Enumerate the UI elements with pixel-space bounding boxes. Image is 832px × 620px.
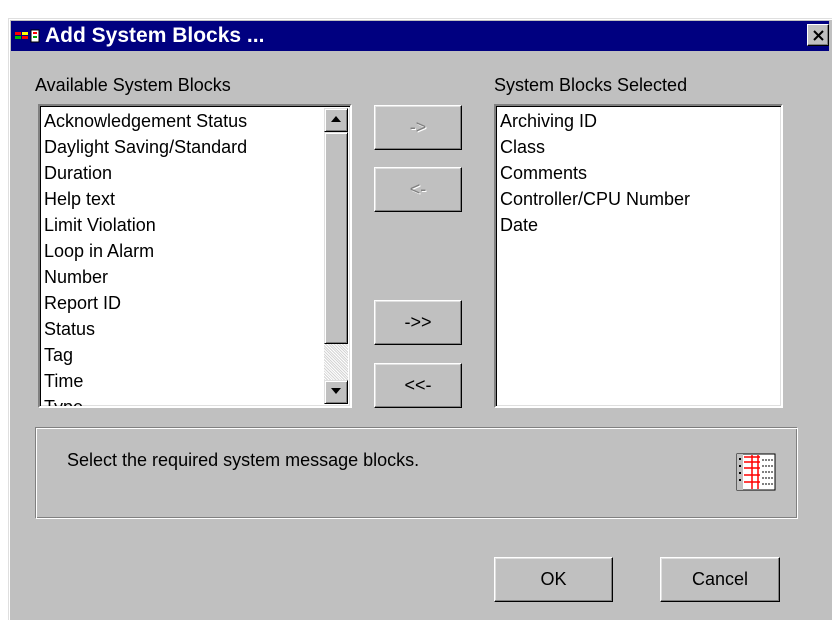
list-item[interactable]: Time (44, 368, 247, 394)
dialog-title: Add System Blocks ... (45, 24, 265, 47)
available-blocks-list[interactable]: Acknowledgement Status Daylight Saving/S… (38, 104, 352, 408)
add-system-blocks-dialog: Add System Blocks ... Available System B… (8, 18, 832, 620)
cancel-button[interactable]: Cancel (660, 557, 780, 602)
add-all-button[interactable]: ->> (374, 300, 462, 345)
selected-items: Archiving ID Class Comments Controller/C… (500, 108, 690, 238)
available-list-scrollbar[interactable] (324, 108, 348, 404)
message-blocks-icon (736, 453, 776, 491)
close-button[interactable] (807, 24, 829, 46)
list-item[interactable]: Loop in Alarm (44, 238, 247, 264)
list-item[interactable]: Archiving ID (500, 108, 690, 134)
list-item[interactable]: Duration (44, 160, 247, 186)
info-panel: Select the required system message block… (35, 427, 798, 519)
remove-button[interactable]: <- (374, 167, 462, 212)
close-icon (813, 30, 824, 41)
list-item[interactable]: Number (44, 264, 247, 290)
list-item[interactable]: Status (44, 316, 247, 342)
list-item[interactable]: Acknowledgement Status (44, 108, 247, 134)
app-icon (15, 29, 40, 43)
list-item[interactable]: Help text (44, 186, 247, 212)
list-item[interactable]: Type (44, 394, 247, 406)
list-item[interactable]: Limit Violation (44, 212, 247, 238)
list-item[interactable]: Comments (500, 160, 690, 186)
title-bar[interactable]: Add System Blocks ... (11, 21, 829, 51)
remove-all-button[interactable]: <<- (374, 363, 462, 408)
list-item[interactable]: Tag (44, 342, 247, 368)
list-item[interactable]: Date (500, 212, 690, 238)
selected-blocks-label: System Blocks Selected (494, 75, 688, 95)
list-item[interactable]: Class (500, 134, 690, 160)
scroll-down-button[interactable] (324, 380, 348, 404)
available-blocks-label: Available System Blocks (35, 75, 231, 95)
ok-button[interactable]: OK (494, 557, 613, 602)
add-button[interactable]: -> (374, 105, 462, 150)
arrow-up-icon (331, 116, 341, 122)
list-item[interactable]: Daylight Saving/Standard (44, 134, 247, 160)
scroll-up-button[interactable] (324, 108, 348, 132)
info-text: Select the required system message block… (67, 450, 420, 470)
available-items: Acknowledgement Status Daylight Saving/S… (44, 108, 247, 406)
arrow-down-icon (331, 388, 341, 394)
list-item[interactable]: Controller/CPU Number (500, 186, 690, 212)
list-item[interactable]: Report ID (44, 290, 247, 316)
scroll-thumb[interactable] (324, 132, 348, 344)
selected-blocks-list[interactable]: Archiving ID Class Comments Controller/C… (494, 104, 783, 408)
